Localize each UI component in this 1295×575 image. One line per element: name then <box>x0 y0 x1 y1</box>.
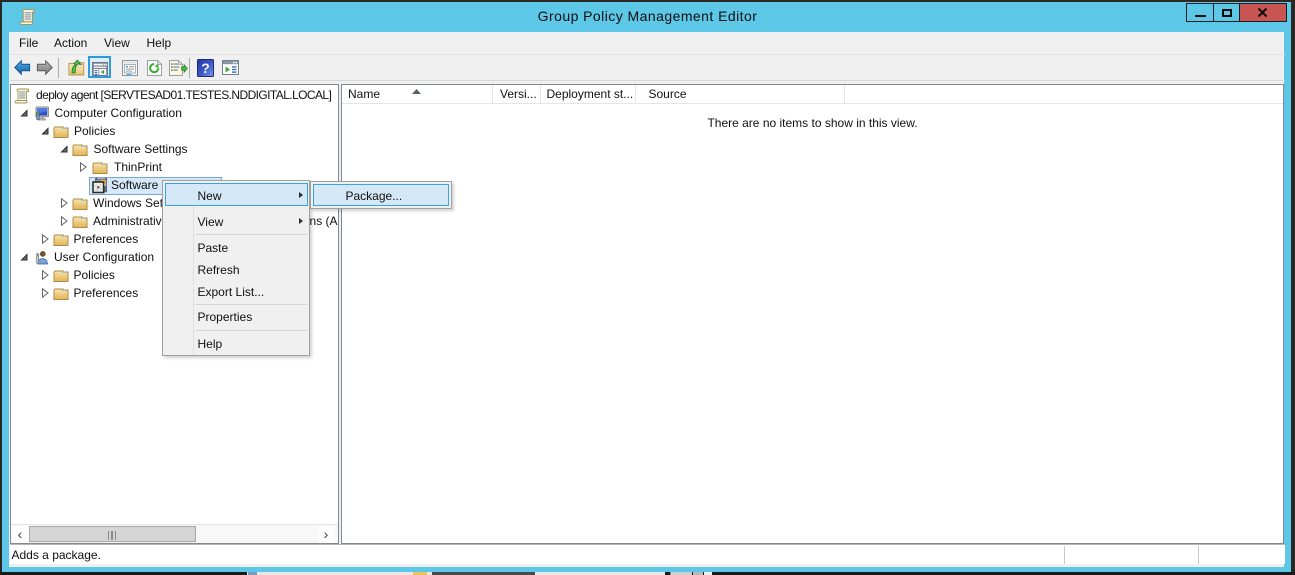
svg-text:?: ? <box>201 60 210 76</box>
